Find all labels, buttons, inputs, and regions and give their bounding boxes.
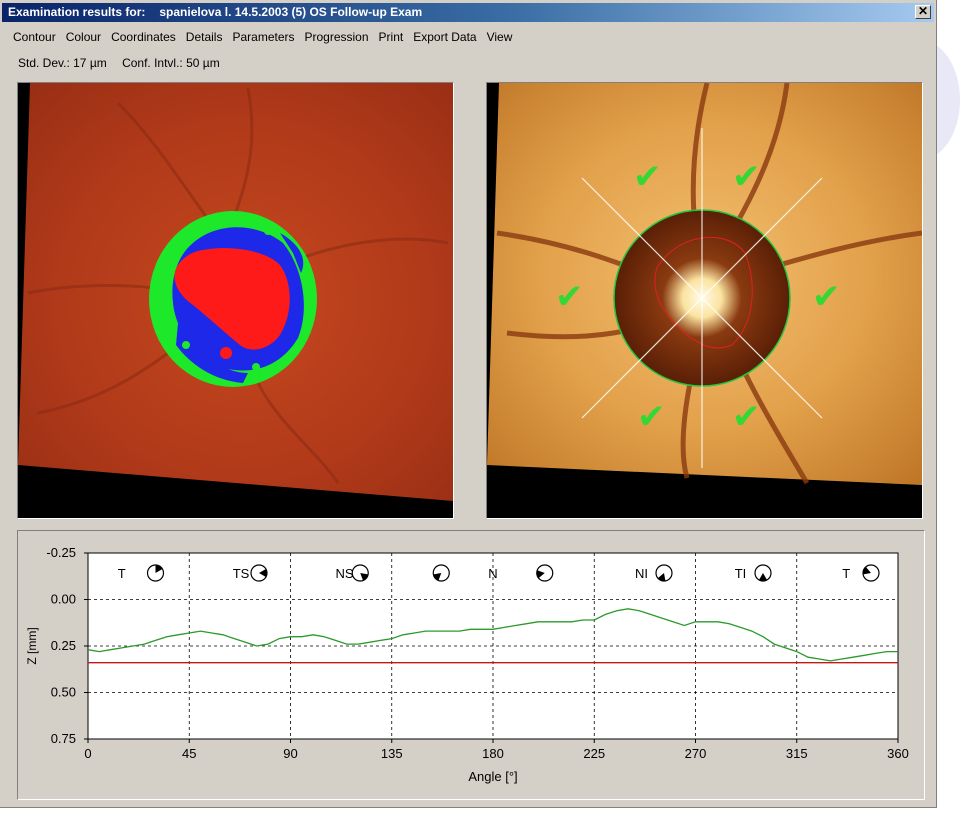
std-dev-label: Std. Dev.: 17 µm	[18, 56, 107, 70]
y-axis-title: Z [mm]	[25, 627, 39, 664]
conf-intvl-label: Conf. Intvl.: 50 µm	[122, 56, 220, 70]
title-bar[interactable]: Examination results for: spanielova l. 14…	[2, 3, 934, 22]
menu-parameters[interactable]: Parameters	[227, 28, 299, 46]
menu-contour[interactable]: Contour	[8, 28, 61, 46]
height-profile-chart[interactable]: 0 45 90 135 180 225 270 315 360 -0.25 0.00 0.25 0.50…	[18, 531, 924, 802]
menu-details[interactable]: Details	[181, 28, 228, 46]
sector-check-icon: ✔	[732, 397, 761, 437]
x-tick-label: 135	[381, 746, 403, 761]
close-icon[interactable]: ✕	[915, 5, 931, 19]
x-tick-label: 0	[84, 746, 91, 761]
y-tick-label: -0.25	[46, 545, 76, 560]
x-tick-label: 225	[583, 746, 605, 761]
topography-map	[18, 83, 453, 518]
sector-check-icon: ✔	[732, 157, 761, 197]
menu-print[interactable]: Print	[374, 28, 409, 46]
menu-bar: Contour Colour Coordinates Details Param…	[8, 28, 517, 46]
menu-view[interactable]: View	[482, 28, 518, 46]
sector-check-icon: ✔	[633, 157, 662, 197]
examination-results-window: Examination results for: spanielova l. 14…	[0, 0, 937, 808]
y-tick-label: 0.50	[51, 685, 76, 700]
y-tick-label: 0.25	[51, 638, 76, 653]
x-axis-title: Angle [°]	[468, 769, 517, 784]
sector-label: N	[488, 566, 497, 581]
menu-colour[interactable]: Colour	[61, 28, 106, 46]
sector-label: NS	[335, 566, 353, 581]
menu-coordinates[interactable]: Coordinates	[106, 28, 181, 46]
x-tick-label: 270	[685, 746, 707, 761]
sector-label: T	[842, 566, 850, 581]
y-tick-label: 0.00	[51, 592, 76, 607]
menu-export-data[interactable]: Export Data	[408, 28, 481, 46]
sector-label: T	[118, 566, 126, 581]
sector-check-icon: ✔	[812, 277, 841, 317]
height-profile-chart-panel: 0 45 90 135 180 225 270 315 360 -0.25 0.00 0.25 0.50…	[17, 530, 925, 800]
sector-label: TS	[233, 566, 250, 581]
window-title-prefix: Examination results for:	[8, 5, 146, 19]
topography-image-panel[interactable]	[17, 82, 454, 519]
x-tick-label: 90	[283, 746, 297, 761]
sector-check-icon: ✔	[637, 397, 666, 437]
y-tick-label: 0.75	[51, 731, 76, 746]
sector-check-icon: ✔	[555, 277, 584, 317]
x-tick-label: 315	[786, 746, 808, 761]
menu-progression[interactable]: Progression	[300, 28, 374, 46]
chart-svg: 0 45 90 135 180 225 270 315 360 -0.25 0.00 0.25 0.50…	[25, 545, 909, 784]
window-title-details: spanielova l. 14.5.2003 (5) OS Follow-up…	[159, 5, 423, 19]
sector-label: NI	[635, 566, 648, 581]
sector-label: TI	[735, 566, 747, 581]
parameter-line: Std. Dev.: 17 µm Conf. Intvl.: 50 µm	[18, 56, 220, 70]
x-tick-label: 45	[182, 746, 196, 761]
reflectance-image-panel[interactable]: ✔ ✔ ✔ ✔ ✔ ✔	[486, 82, 923, 519]
x-tick-label: 180	[482, 746, 504, 761]
reflectance-image: ✔ ✔ ✔ ✔ ✔ ✔	[487, 83, 922, 518]
x-tick-label: 360	[887, 746, 909, 761]
